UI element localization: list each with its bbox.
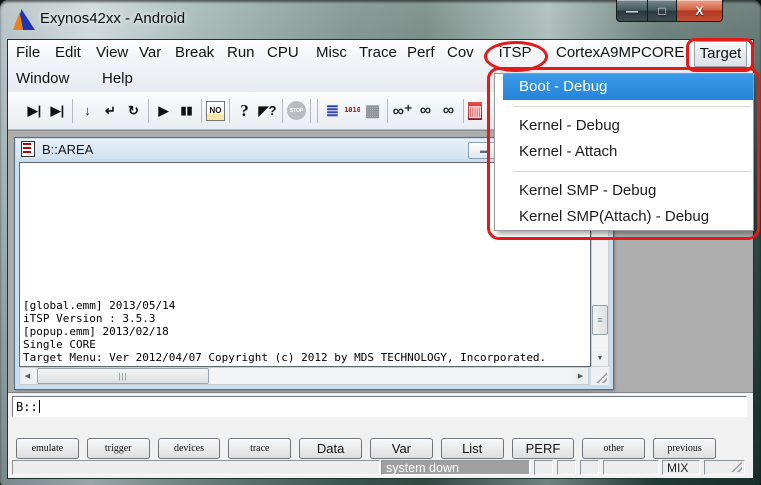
stop-icon[interactable]: STOP xyxy=(287,101,306,120)
scroll-down-icon[interactable]: ▼ xyxy=(592,351,608,366)
menu-file[interactable]: File xyxy=(16,40,40,66)
view-window-icon[interactable]: ∞ xyxy=(415,100,436,122)
menu-separator xyxy=(495,100,753,113)
console-line: [global.emm] 2013/05/14 xyxy=(23,299,588,312)
menu-view[interactable]: View xyxy=(96,40,128,66)
console-line: [popup.emm] 2013/02/18 xyxy=(23,325,588,338)
menu-window[interactable]: Window xyxy=(16,66,69,92)
break-icon[interactable]: ▮▮ xyxy=(176,100,197,122)
softkey-emulate[interactable]: emulate xyxy=(16,438,79,459)
toolbar-separator xyxy=(387,99,388,123)
menu-item-boot-debug[interactable]: Boot - Debug xyxy=(503,74,753,100)
list-icon[interactable]: ≣ xyxy=(322,100,343,122)
toolbar-separator xyxy=(317,99,318,123)
toolbar-separator xyxy=(282,99,283,123)
caption-buttons: — □ X xyxy=(616,0,723,22)
step-up-icon[interactable]: ↻ xyxy=(123,100,144,122)
view-window2-icon[interactable]: ∞ xyxy=(438,100,459,122)
status-cell-empty xyxy=(603,460,659,475)
step-into-icon[interactable]: ▶| xyxy=(24,100,45,122)
scroll-left-icon[interactable]: ◀ xyxy=(20,368,35,384)
window-resize-grip[interactable] xyxy=(591,367,609,385)
status-cell-empty xyxy=(704,460,745,475)
menu-break[interactable]: Break xyxy=(175,40,214,66)
go-icon[interactable]: ▶ xyxy=(153,100,174,122)
step-return-icon[interactable]: ↵ xyxy=(100,100,121,122)
softkey-bar: emulate trigger devices trace Data Var L… xyxy=(16,438,716,459)
toolbar-separator xyxy=(229,99,230,123)
softkey-data[interactable]: Data xyxy=(299,438,362,459)
status-cell-empty xyxy=(534,460,553,475)
softkey-list[interactable]: List xyxy=(441,438,504,459)
status-cell-empty xyxy=(12,460,380,475)
menu-separator xyxy=(495,165,753,178)
minimize-button[interactable]: — xyxy=(616,0,648,22)
window-title: Exynos42xx - Android xyxy=(40,10,185,27)
toolbar-separator xyxy=(72,99,73,123)
help-icon[interactable]: ? xyxy=(234,100,255,122)
status-mode: MIX xyxy=(662,460,700,475)
status-cell-empty xyxy=(557,460,576,475)
softkey-other[interactable]: other xyxy=(582,438,645,459)
scroll-right-icon[interactable]: ▶ xyxy=(573,368,588,384)
status-system-state: system down xyxy=(381,460,530,475)
console-output: [global.emm] 2013/05/14 iTSP Version : 3… xyxy=(23,299,588,364)
softkey-perf[interactable]: PERF xyxy=(512,438,575,459)
data-dump-icon[interactable]: 010101 xyxy=(345,100,360,122)
menu-target[interactable]: Target xyxy=(694,41,747,67)
step-down-icon[interactable]: ↓ xyxy=(77,100,98,122)
step-over-icon[interactable]: ▶| xyxy=(47,100,68,122)
horizontal-scroll-thumb[interactable]: ||| xyxy=(37,368,209,384)
console-line: Single CORE xyxy=(23,338,588,351)
vertical-scroll-thumb[interactable]: ≡ xyxy=(592,305,608,335)
console-line: Target Menu: Ver 2012/04/07 Copyright (c… xyxy=(23,351,588,364)
menu-item-kernel-attach[interactable]: Kernel - Attach xyxy=(495,139,753,165)
text-caret xyxy=(39,400,40,413)
status-cell-empty xyxy=(580,460,599,475)
area-icon xyxy=(21,141,35,157)
menu-var[interactable]: Var xyxy=(139,40,161,66)
menu-cov[interactable]: Cov xyxy=(447,40,474,66)
command-input[interactable]: B:: xyxy=(12,396,747,417)
menu-misc[interactable]: Misc xyxy=(316,40,347,66)
app-logo-icon xyxy=(13,9,35,30)
horizontal-scrollbar[interactable]: ◀ ||| ▶ xyxy=(19,367,589,385)
menu-run[interactable]: Run xyxy=(227,40,255,66)
softkey-previous[interactable]: previous xyxy=(653,438,716,459)
toolbar-separator xyxy=(463,99,464,123)
status-bar: system down MIX xyxy=(12,460,749,477)
menu-item-kernel-smp-debug[interactable]: Kernel SMP - Debug xyxy=(495,178,753,204)
menu-edit[interactable]: Edit xyxy=(55,40,81,66)
command-prompt: B:: xyxy=(16,400,38,414)
menu-perf[interactable]: Perf xyxy=(407,40,435,66)
softkey-trigger[interactable]: trigger xyxy=(87,438,150,459)
view-add-icon[interactable]: ∞⁺ xyxy=(392,100,413,122)
menu-item-kernel-debug[interactable]: Kernel - Debug xyxy=(495,113,753,139)
bottom-panel: B:: emulate trigger devices trace Data V… xyxy=(8,392,753,478)
softkey-var[interactable]: Var xyxy=(370,438,433,459)
console-line: iTSP Version : 3.5.3 xyxy=(23,312,588,325)
toolbar-separator xyxy=(310,99,311,123)
edit-no-icon[interactable]: NO xyxy=(206,101,225,121)
softkey-trace[interactable]: trace xyxy=(228,438,291,459)
area-window-title: B::AREA xyxy=(42,142,93,157)
menu-cortexa9mpcore[interactable]: CortexA9MPCORE xyxy=(556,40,684,66)
menu-itsp[interactable]: iTSP xyxy=(499,40,532,66)
application-window: Exynos42xx - Android — □ X File Edit Vie… xyxy=(0,0,761,485)
context-help-icon[interactable]: ◤? xyxy=(257,100,278,122)
toolbar-separator xyxy=(201,99,202,123)
menu-row-1: File Edit View Var Break Run CPU Misc Tr… xyxy=(8,40,753,66)
memory-icon[interactable]: ▦ xyxy=(362,100,383,122)
register-icon[interactable]: ▥ xyxy=(468,102,482,120)
close-button[interactable]: X xyxy=(676,0,723,22)
target-dropdown-menu: Boot - Debug Kernel - Debug Kernel - Att… xyxy=(494,73,754,231)
toolbar-separator xyxy=(148,99,149,123)
menu-trace[interactable]: Trace xyxy=(359,40,397,66)
softkey-devices[interactable]: devices xyxy=(158,438,221,459)
menu-help[interactable]: Help xyxy=(102,66,133,92)
statusbar-resize-grip[interactable] xyxy=(731,461,742,472)
menu-item-kernel-smp-attach-debug[interactable]: Kernel SMP(Attach) - Debug xyxy=(495,204,753,230)
maximize-button[interactable]: □ xyxy=(648,0,676,22)
menu-cpu[interactable]: CPU xyxy=(267,40,299,66)
